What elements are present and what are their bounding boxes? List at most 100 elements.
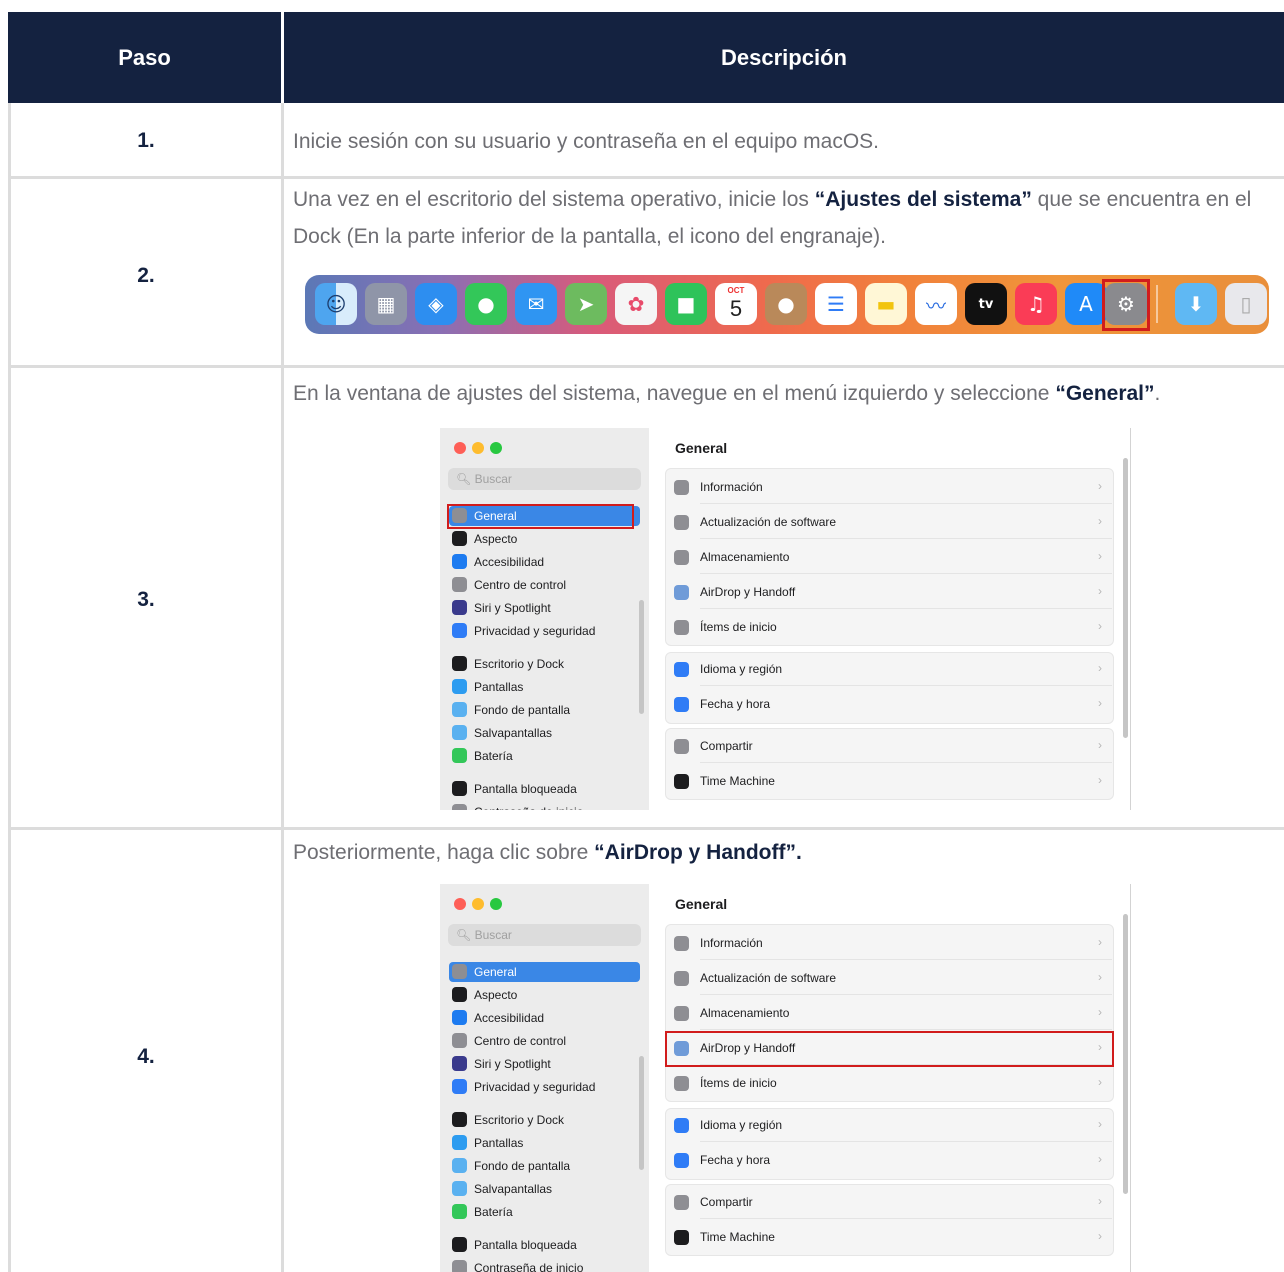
sidebar-item-privacidad-y-seguridad[interactable]: Privacidad y seguridad (449, 1077, 640, 1097)
chevron-right-icon: › (1098, 1005, 1102, 1019)
sidebar-item-aspecto[interactable]: Aspecto (449, 985, 640, 1005)
sidebar-scrollbar[interactable] (639, 1056, 644, 1170)
search-input[interactable]: 🔍︎ Buscar (448, 468, 641, 490)
sidebar-item-icon (452, 1056, 467, 1071)
chevron-right-icon: › (1098, 661, 1102, 675)
sidebar-item-label: General (474, 965, 517, 979)
sidebar-item-label: Contraseña de inicio (474, 802, 583, 810)
sidebar-item-label: Accesibilidad (474, 555, 545, 569)
highlight-box (447, 504, 634, 529)
main-scrollbar[interactable] (1123, 458, 1128, 738)
sidebar-item-pantalla-bloqueada[interactable]: Pantalla bloqueada (449, 1235, 640, 1255)
step-number-2: 2. (137, 264, 155, 287)
sidebar-item-pantallas[interactable]: Pantallas (449, 1133, 640, 1153)
macos-dock: ☺ ▦ ◈ ● ✉ ➤ ✿ ■ OCT 5 ● ☰ ▬ 〰 tv ♫ A ⚙ ⬇… (305, 275, 1269, 334)
sidebar-item-label: Salvapantallas (474, 1182, 553, 1196)
sidebar-item-salvapantallas[interactable]: Salvapantallas (449, 723, 640, 743)
pane-title: General (675, 896, 728, 912)
calendar-day: 5 (729, 296, 743, 321)
settings-row-icon (674, 1006, 689, 1021)
settings-window-step3: 🔍︎ Buscar General Aspecto Accesibilidad Cent… (440, 428, 1131, 810)
settings-row-ítems-de-inicio[interactable]: Ítems de inicio › (665, 1066, 1112, 1100)
sidebar-item-escritorio-y-dock[interactable]: Escritorio y Dock (449, 654, 640, 674)
sidebar-item-centro-de-control[interactable]: Centro de control (449, 1031, 640, 1051)
chevron-right-icon: › (1098, 514, 1102, 528)
settings-row-fecha-y-hora[interactable]: Fecha y hora › (665, 687, 1112, 721)
freeform-icon: 〰 (915, 283, 957, 325)
sidebar-item-label: Aspecto (474, 532, 518, 546)
chevron-right-icon: › (1098, 549, 1102, 563)
minimize-icon[interactable] (472, 898, 484, 910)
settings-row-icon (674, 515, 689, 530)
settings-row-time-machine[interactable]: Time Machine › (665, 1220, 1112, 1254)
sidebar-item-label: Privacidad y seguridad (474, 624, 596, 638)
settings-row-label: Almacenamiento (700, 550, 790, 564)
settings-row-almacenamiento[interactable]: Almacenamiento › (665, 540, 1112, 574)
zoom-icon[interactable] (490, 442, 502, 454)
sidebar-item-salvapantallas[interactable]: Salvapantallas (449, 1179, 640, 1199)
sidebar-item-contraseña-de-inicio[interactable]: Contraseña de inicio (449, 802, 640, 810)
settings-row-almacenamiento[interactable]: Almacenamiento › (665, 996, 1112, 1030)
sidebar-item-label: Pantallas (474, 680, 524, 694)
settings-row-label: AirDrop y Handoff (700, 585, 796, 599)
settings-row-airdrop-y-handoff[interactable]: AirDrop y Handoff › (665, 575, 1112, 609)
sidebar-item-icon (452, 987, 467, 1002)
settings-row-icon (674, 1153, 689, 1168)
sidebar-item-fondo-de-pantalla[interactable]: Fondo de pantalla (449, 700, 640, 720)
sidebar-item-escritorio-y-dock[interactable]: Escritorio y Dock (449, 1110, 640, 1130)
settings-row-información[interactable]: Información › (665, 926, 1112, 960)
step-number-3: 3. (137, 588, 155, 611)
sidebar-item-accesibilidad[interactable]: Accesibilidad (449, 552, 640, 572)
settings-row-label: Fecha y hora (700, 697, 771, 711)
maps-icon: ➤ (565, 283, 607, 325)
sidebar-item-fondo-de-pantalla[interactable]: Fondo de pantalla (449, 1156, 640, 1176)
sidebar-item-siri-y-spotlight[interactable]: Siri y Spotlight (449, 1054, 640, 1074)
settings-row-time-machine[interactable]: Time Machine › (665, 764, 1112, 798)
row-divider (700, 503, 1112, 504)
sidebar-scrollbar[interactable] (639, 600, 644, 714)
chevron-right-icon: › (1098, 1075, 1102, 1089)
sidebar-item-general[interactable]: General (449, 962, 640, 982)
search-input[interactable]: 🔍︎ Buscar (448, 924, 641, 946)
sidebar-item-siri-y-spotlight[interactable]: Siri y Spotlight (449, 598, 640, 618)
row-divider (700, 608, 1112, 609)
settings-row-información[interactable]: Información › (665, 470, 1112, 504)
sidebar-item-centro-de-control[interactable]: Centro de control (449, 575, 640, 595)
row-divider (700, 762, 1112, 763)
minimize-icon[interactable] (472, 442, 484, 454)
launchpad-icon: ▦ (365, 283, 407, 325)
downloads-icon: ⬇ (1175, 283, 1217, 325)
sidebar-item-aspecto[interactable]: Aspecto (449, 529, 640, 549)
settings-row-actualización-de-software[interactable]: Actualización de software › (665, 961, 1112, 995)
sidebar-item-icon (452, 1260, 467, 1272)
sidebar-item-privacidad-y-seguridad[interactable]: Privacidad y seguridad (449, 621, 640, 641)
sidebar-item-contraseña-de-inicio[interactable]: Contraseña de inicio (449, 1258, 640, 1272)
row-divider (8, 176, 1284, 179)
main-scrollbar[interactable] (1123, 914, 1128, 1194)
settings-row-label: Idioma y región (700, 662, 783, 676)
close-icon[interactable] (454, 898, 466, 910)
finder-icon: ☺ (315, 283, 357, 325)
settings-row-actualización-de-software[interactable]: Actualización de software › (665, 505, 1112, 539)
settings-row-icon (674, 697, 689, 712)
settings-row-label: Actualización de software (700, 971, 837, 985)
settings-row-compartir[interactable]: Compartir › (665, 1185, 1112, 1219)
sidebar-item-label: Escritorio y Dock (474, 657, 565, 671)
settings-row-compartir[interactable]: Compartir › (665, 729, 1112, 763)
sidebar-item-pantallas[interactable]: Pantallas (449, 677, 640, 697)
sidebar-item-label: Escritorio y Dock (474, 1113, 565, 1127)
settings-row-icon (674, 585, 689, 600)
sidebar-item-accesibilidad[interactable]: Accesibilidad (449, 1008, 640, 1028)
sidebar-item-batería[interactable]: Batería (449, 746, 640, 766)
sidebar-item-batería[interactable]: Batería (449, 1202, 640, 1222)
zoom-icon[interactable] (490, 898, 502, 910)
chevron-right-icon: › (1098, 1229, 1102, 1243)
sidebar-item-pantalla-bloqueada[interactable]: Pantalla bloqueada (449, 779, 640, 799)
settings-row-idioma-y-región[interactable]: Idioma y región › (665, 652, 1112, 686)
row-divider (700, 1218, 1112, 1219)
close-icon[interactable] (454, 442, 466, 454)
settings-row-idioma-y-región[interactable]: Idioma y región › (665, 1108, 1112, 1142)
settings-row-fecha-y-hora[interactable]: Fecha y hora › (665, 1143, 1112, 1177)
step-number-1: 1. (137, 129, 155, 152)
settings-row-ítems-de-inicio[interactable]: Ítems de inicio › (665, 610, 1112, 644)
